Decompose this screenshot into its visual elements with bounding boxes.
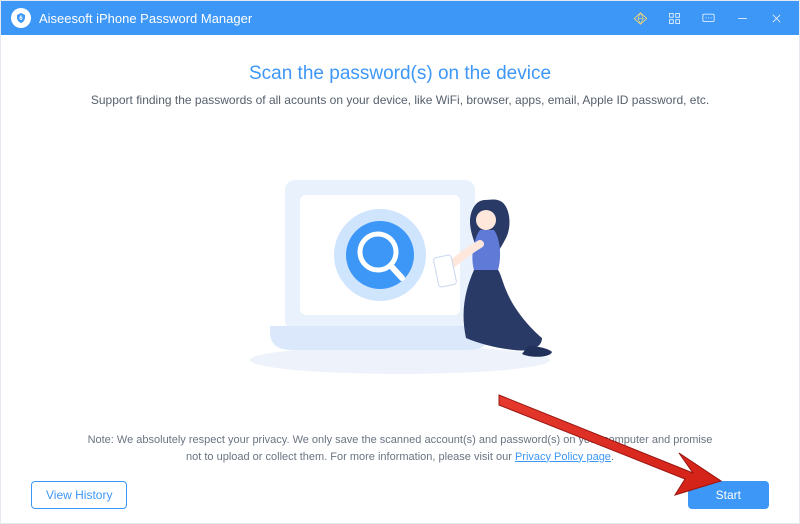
feedback-icon[interactable] (691, 1, 725, 35)
page-heading: Scan the password(s) on the device (249, 63, 551, 85)
privacy-note-suffix: . (611, 451, 614, 463)
titlebar: 6 Aiseesoft iPhone Password Manager (1, 1, 799, 35)
premium-icon[interactable] (623, 1, 657, 35)
illustration-area (31, 107, 769, 432)
start-button[interactable]: Start (688, 481, 769, 509)
footer-bar: View History Start (31, 475, 769, 509)
scan-illustration (230, 160, 570, 380)
main-content: Scan the password(s) on the device Suppo… (1, 35, 799, 523)
privacy-note-text: Note: We absolutely respect your privacy… (88, 434, 713, 463)
privacy-policy-link[interactable]: Privacy Policy page (515, 451, 611, 463)
page-subheading: Support finding the passwords of all aco… (91, 93, 709, 107)
close-button[interactable] (759, 1, 793, 35)
view-history-button[interactable]: View History (31, 481, 127, 509)
privacy-note: Note: We absolutely respect your privacy… (80, 432, 720, 465)
app-window: 6 Aiseesoft iPhone Password Manager Scan… (0, 0, 800, 524)
app-logo-icon: 6 (11, 8, 31, 28)
menu-grid-icon[interactable] (657, 1, 691, 35)
app-title: Aiseesoft iPhone Password Manager (39, 11, 252, 26)
minimize-button[interactable] (725, 1, 759, 35)
